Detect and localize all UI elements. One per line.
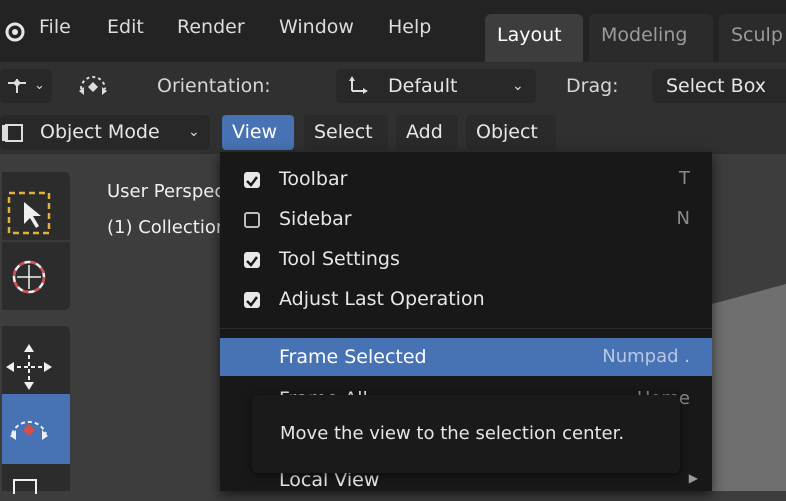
menu-edit[interactable]: Edit (107, 16, 144, 38)
top-menubar: File Edit Render Window Help Layout Mode… (0, 0, 786, 62)
menu-file[interactable]: File (39, 16, 71, 38)
menu-item-frame-selected[interactable]: Frame Selected Numpad . (220, 338, 712, 376)
checkbox-checked-icon[interactable] (244, 252, 260, 268)
menu-item-toolbar[interactable]: Toolbar T (220, 160, 712, 200)
rotate-tool-active[interactable] (2, 394, 70, 464)
menu-item-shortcut: T (679, 168, 690, 189)
menu-item-sidebar[interactable]: Sidebar N (220, 200, 712, 240)
drag-dropdown[interactable]: Select Box (652, 69, 786, 103)
menu-item-label: Toolbar (279, 168, 348, 190)
tool-group-select (2, 172, 70, 310)
menu-separator (220, 328, 712, 329)
submenu-arrow-icon: ▶ (688, 471, 698, 485)
checkbox-checked-icon[interactable] (244, 292, 260, 308)
object-mode-icon (2, 124, 23, 142)
orientation-label: Orientation: (157, 75, 271, 97)
mode-dropdown[interactable]: Object Mode ⌄ (0, 115, 210, 150)
menu-add[interactable]: Add (396, 115, 458, 150)
menu-help[interactable]: Help (388, 16, 431, 38)
chevron-down-icon: ⌄ (188, 124, 200, 140)
menu-item-shortcut: N (676, 208, 690, 229)
checkbox-checked-icon[interactable] (244, 172, 260, 188)
select-box-tool-icon[interactable] (4, 188, 54, 238)
tool-divider (2, 240, 70, 242)
pivot-icon (8, 79, 26, 93)
mode-label: Object Mode (40, 121, 160, 143)
tab-layout[interactable]: Layout (485, 14, 583, 62)
menu-select[interactable]: Select (304, 115, 388, 150)
tooltip-text: Move the view to the selection center. (280, 423, 625, 444)
menu-object[interactable]: Object (466, 115, 556, 150)
menu-item-label: Adjust Last Operation (279, 288, 485, 310)
cursor-tool-icon[interactable] (4, 252, 54, 302)
menu-view[interactable]: View (222, 115, 294, 150)
drag-label: Drag: (566, 75, 619, 97)
menu-item-shortcut: Numpad . (602, 346, 690, 367)
orientation-dropdown[interactable]: Default ⌄ (336, 69, 536, 103)
tool-group-transform (2, 326, 70, 494)
menu-item-label: Sidebar (279, 208, 352, 230)
tab-modeling[interactable]: Modeling (589, 14, 713, 62)
toolbar-panel (0, 172, 70, 494)
transform-pivot-dropdown[interactable]: ⌄ (0, 69, 52, 103)
tab-sculpting[interactable]: Sculp (719, 14, 786, 62)
menu-item-label: Tool Settings (279, 248, 400, 270)
blender-logo-icon[interactable] (2, 18, 26, 44)
chevron-down-icon: ⌄ (34, 78, 45, 93)
menu-item-label: Frame Selected (279, 346, 427, 368)
viewport-header: Object Mode ⌄ View Select Add Object (0, 110, 786, 154)
rotate-tool-icon (10, 420, 48, 440)
menu-item-tool-settings[interactable]: Tool Settings (220, 240, 712, 280)
scale-tool-icon[interactable] (4, 476, 54, 494)
cube-mesh (712, 284, 786, 491)
checkbox-unchecked-icon[interactable] (244, 212, 260, 228)
orientation-value: Default (388, 75, 458, 97)
move-tool-icon[interactable] (4, 342, 54, 392)
menu-window[interactable]: Window (279, 16, 354, 38)
menu-item-adjust-last-operation[interactable]: Adjust Last Operation (220, 280, 712, 320)
tooltip: Move the view to the selection center. (252, 395, 680, 473)
menu-render[interactable]: Render (177, 16, 245, 38)
tool-settings-bar: ⌄ Orientation: Default ⌄ Drag: Select Bo… (0, 62, 786, 110)
orientation-gizmo-icon[interactable] (76, 71, 110, 101)
transform-orientation-icon (349, 76, 368, 94)
chevron-down-icon: ⌄ (512, 78, 524, 94)
